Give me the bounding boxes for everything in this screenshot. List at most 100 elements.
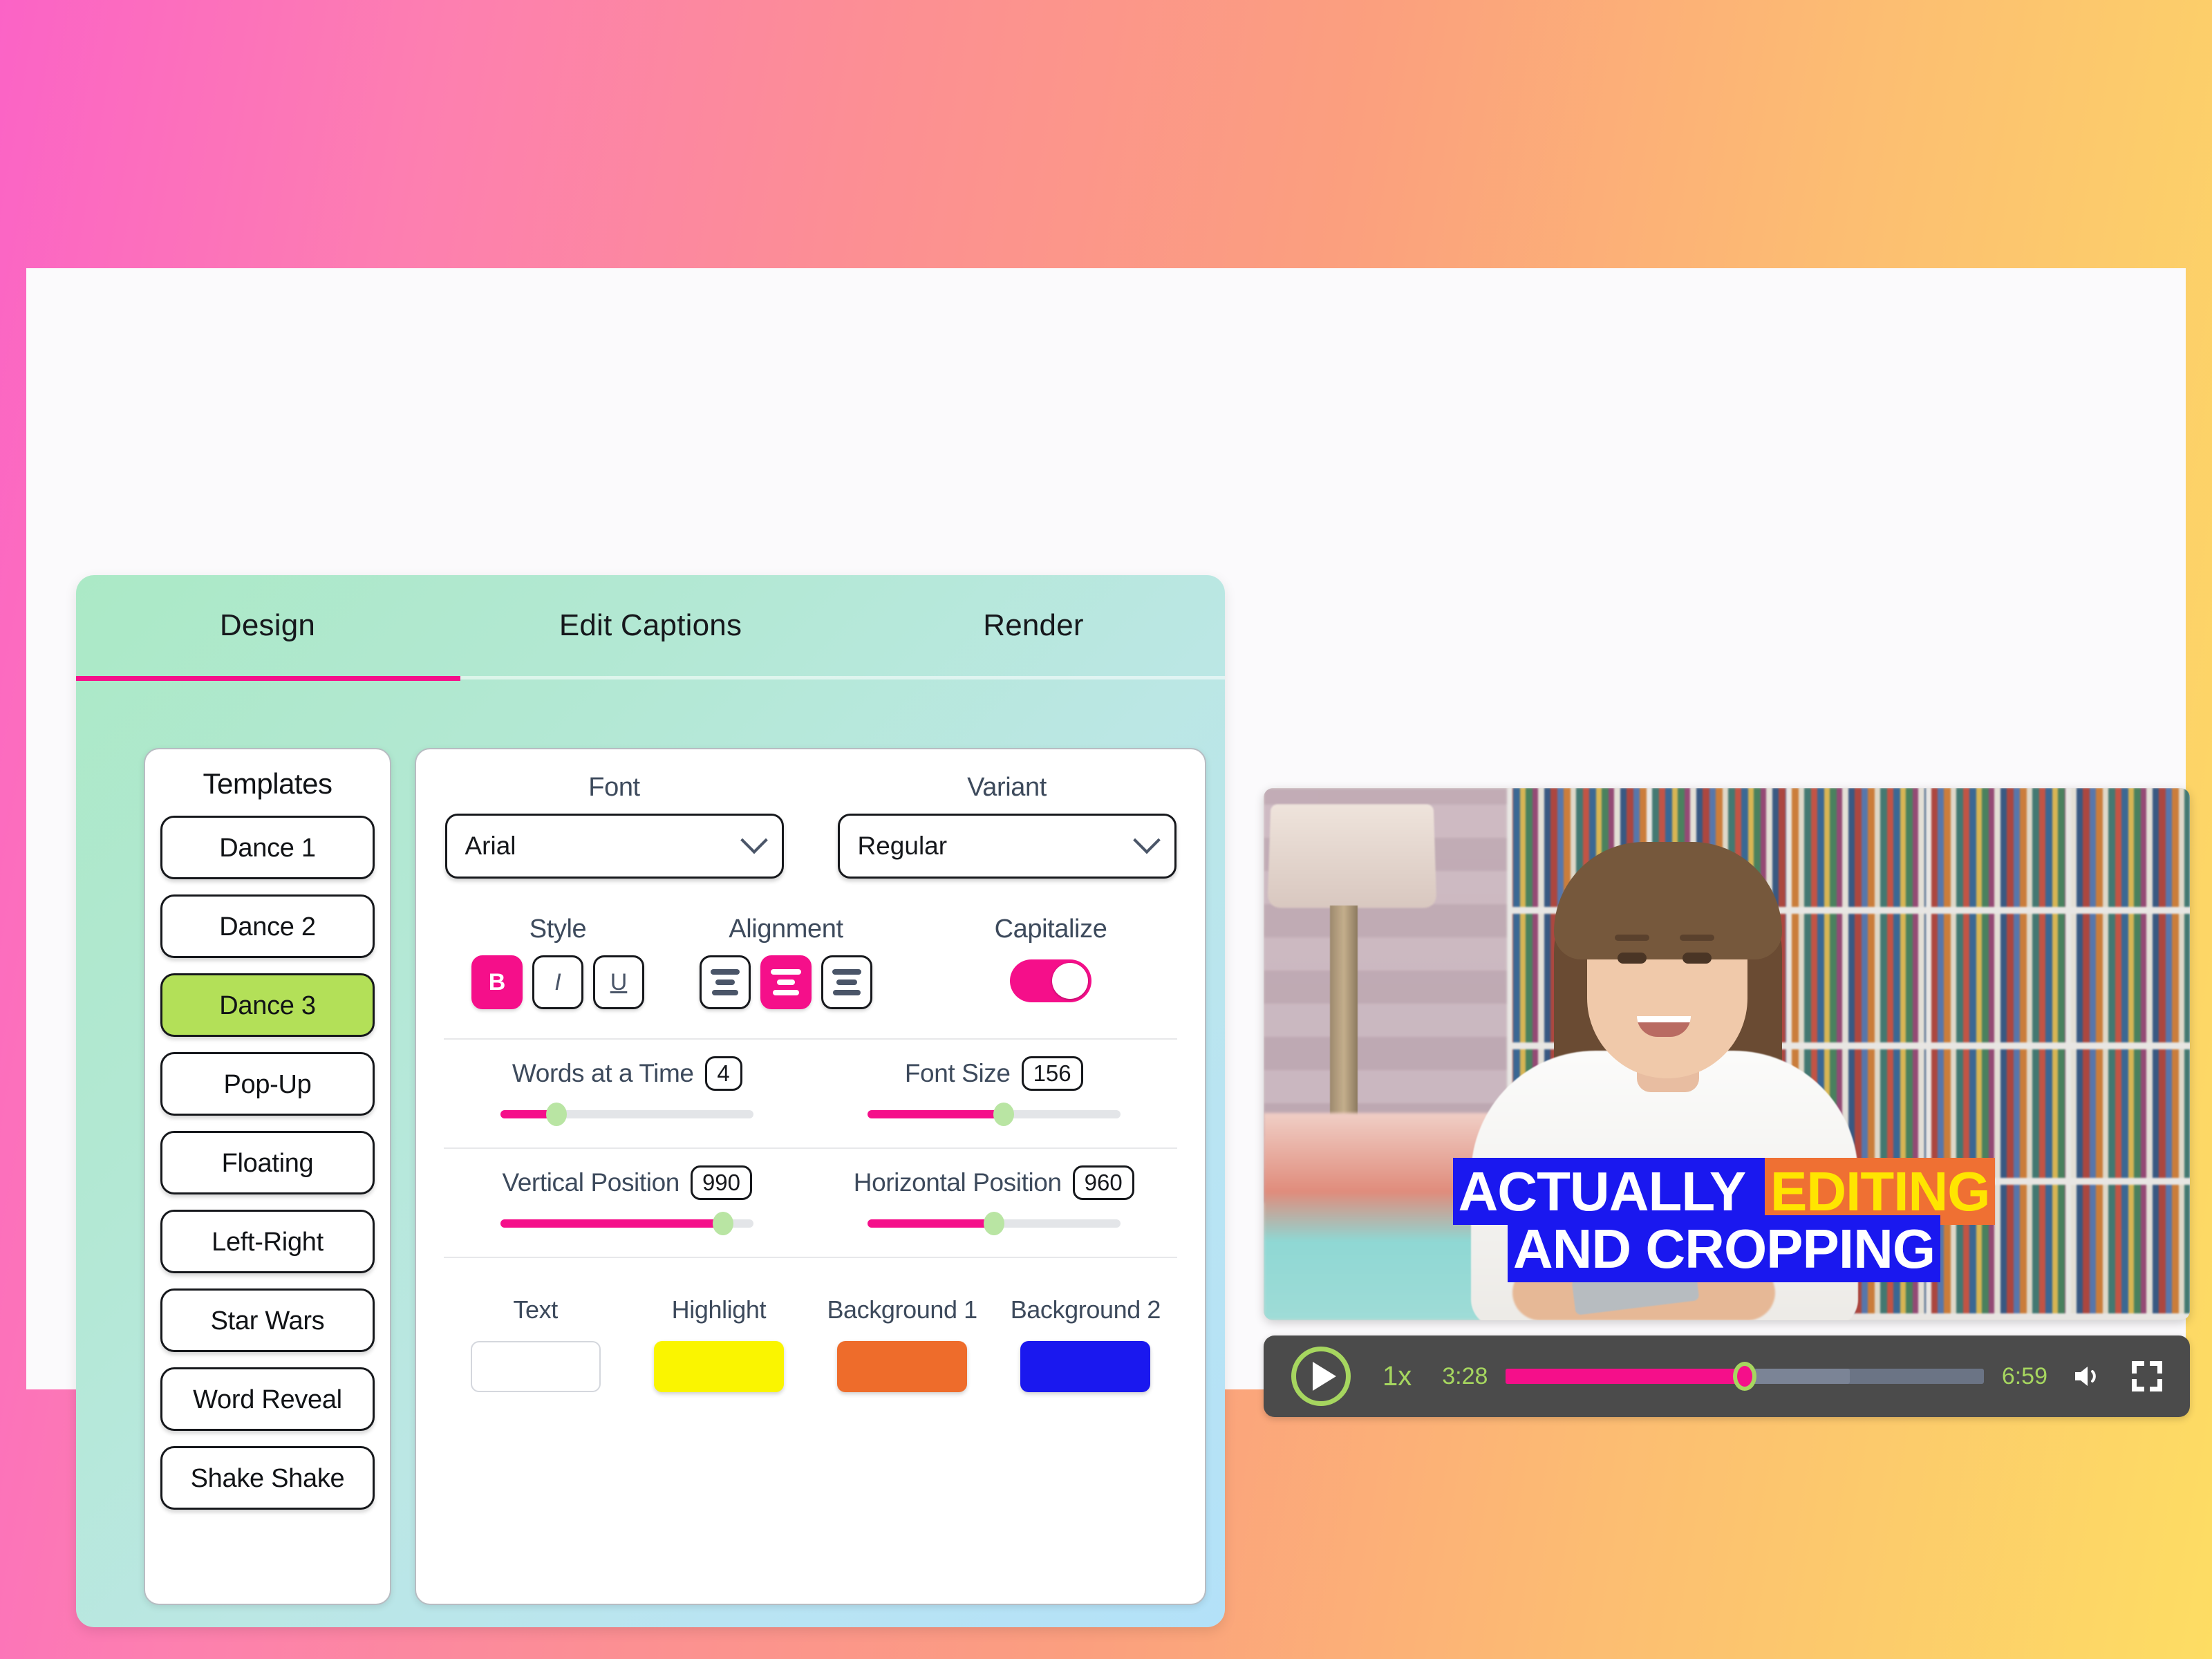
font-row: Font Arial Variant Regular — [444, 773, 1177, 879]
template-item-dance-3[interactable]: Dance 3 — [160, 973, 375, 1037]
tab-edit-captions[interactable]: Edit Captions — [459, 575, 842, 676]
font-select-value: Arial — [465, 832, 516, 860]
video-preview-area: ACTUALLY EDITING AND CROPPING 1x 3:28 6:… — [1264, 788, 2190, 1424]
play-button[interactable] — [1291, 1347, 1351, 1406]
horizontal-position-value[interactable]: 960 — [1072, 1165, 1134, 1200]
active-tab-indicator — [76, 676, 460, 681]
slider-handle[interactable] — [713, 1212, 734, 1235]
templates-title: Templates — [203, 767, 332, 800]
slider-fill — [500, 1219, 724, 1228]
template-item-pop-up[interactable]: Pop-Up — [160, 1052, 375, 1116]
divider — [444, 1257, 1177, 1258]
text-color-group: Text — [444, 1294, 627, 1392]
templates-card: Templates Dance 1 Dance 2 Dance 3 Pop-Up… — [144, 748, 391, 1605]
video-frame[interactable]: ACTUALLY EDITING AND CROPPING — [1264, 788, 2190, 1320]
words-at-a-time-slider-group: Words at a Time 4 — [444, 1056, 811, 1126]
slider-handle[interactable] — [983, 1212, 1004, 1235]
vertical-position-value[interactable]: 990 — [690, 1165, 752, 1200]
capitalize-group: Capitalize — [933, 915, 1168, 1002]
style-buttons: B I U — [444, 955, 672, 1009]
caption-line-1: ACTUALLY EDITING — [1399, 1157, 2049, 1225]
words-at-a-time-slider[interactable] — [500, 1103, 754, 1126]
font-size-label: Font Size — [904, 1059, 1011, 1087]
alignment-group: Alignment — [672, 915, 900, 1009]
template-item-dance-2[interactable]: Dance 2 — [160, 894, 375, 958]
font-size-slider[interactable] — [867, 1103, 1121, 1126]
style-alignment-row: Style B I U Alignment Capitalize — [444, 915, 1177, 1009]
total-time: 6:59 — [2001, 1362, 2047, 1389]
app-window: Design Edit Captions Render Templates Da… — [26, 268, 2190, 1627]
font-size-slider-group: Font Size 156 — [811, 1056, 1178, 1126]
progress-fill — [1506, 1369, 1745, 1384]
background-1-color-group: Background 1 — [811, 1294, 994, 1392]
capitalize-label: Capitalize — [994, 915, 1107, 944]
variant-group: Variant Regular — [837, 773, 1177, 879]
tab-design[interactable]: Design — [76, 575, 459, 676]
volume-icon[interactable] — [2071, 1360, 2104, 1393]
vertical-position-slider[interactable] — [500, 1212, 754, 1235]
underline-button[interactable]: U — [593, 955, 644, 1009]
background-2-color-swatch[interactable] — [1020, 1341, 1151, 1392]
slider-row-2: Vertical Position 990 Horizontal Positio… — [444, 1165, 1178, 1235]
horizontal-position-slider[interactable] — [867, 1212, 1121, 1235]
horizontal-position-slider-group: Horizontal Position 960 — [811, 1165, 1178, 1235]
bold-button[interactable]: B — [471, 955, 523, 1009]
tab-render[interactable]: Render — [842, 575, 1225, 676]
background-1-color-label: Background 1 — [827, 1295, 977, 1324]
vertical-position-label: Vertical Position — [502, 1168, 679, 1197]
caption-words-and-cropping: AND CROPPING — [1507, 1215, 1941, 1282]
chevron-down-icon — [740, 826, 768, 854]
slider-row-1: Words at a Time 4 Font Size 156 — [444, 1056, 1178, 1126]
progress-handle[interactable] — [1733, 1362, 1757, 1391]
style-label: Style — [529, 915, 587, 944]
font-group: Font Arial — [444, 773, 784, 879]
highlight-color-swatch[interactable] — [653, 1341, 784, 1392]
template-item-shake-shake[interactable]: Shake Shake — [160, 1446, 375, 1510]
editor-panel: Design Edit Captions Render Templates Da… — [76, 575, 1225, 1627]
alignment-label: Alignment — [729, 915, 843, 944]
slider-handle[interactable] — [993, 1103, 1015, 1126]
person-eye-right — [1683, 953, 1712, 964]
playback-speed-button[interactable]: 1x — [1382, 1361, 1412, 1392]
caption-line-2: AND CROPPING — [1399, 1215, 2049, 1282]
text-color-swatch[interactable] — [470, 1341, 601, 1392]
person-eyebrow-left — [1615, 935, 1649, 941]
capitalize-toggle[interactable] — [1010, 959, 1091, 1002]
italic-button[interactable]: I — [532, 955, 583, 1009]
highlight-color-label: Highlight — [671, 1295, 767, 1324]
template-item-dance-1[interactable]: Dance 1 — [160, 816, 375, 879]
variant-select[interactable]: Regular — [837, 814, 1177, 879]
font-select[interactable]: Arial — [444, 814, 784, 879]
background-2-color-group: Background 2 — [994, 1294, 1177, 1392]
template-item-floating[interactable]: Floating — [160, 1131, 375, 1194]
current-time: 3:28 — [1442, 1362, 1488, 1389]
settings-card: Font Arial Variant Regular Style B I U A… — [415, 748, 1206, 1605]
font-size-value[interactable]: 156 — [1021, 1056, 1083, 1091]
align-center-button[interactable] — [760, 955, 812, 1009]
words-at-a-time-value[interactable]: 4 — [704, 1056, 742, 1091]
person-eyebrow-right — [1680, 935, 1714, 941]
toggle-knob — [1052, 963, 1088, 999]
progress-bar[interactable] — [1506, 1362, 1984, 1391]
fullscreen-icon[interactable] — [2132, 1361, 2162, 1391]
divider — [444, 1147, 1177, 1149]
person-eye-left — [1618, 953, 1647, 964]
template-item-star-wars[interactable]: Star Wars — [160, 1288, 375, 1352]
tab-bar: Design Edit Captions Render — [76, 575, 1225, 681]
template-item-word-reveal[interactable]: Word Reveal — [160, 1367, 375, 1431]
vertical-position-slider-group: Vertical Position 990 — [444, 1165, 811, 1235]
background-1-color-swatch[interactable] — [837, 1341, 968, 1392]
variant-select-value: Regular — [857, 832, 948, 860]
slider-handle[interactable] — [545, 1103, 567, 1126]
color-row: Text Highlight Background 1 Background 2 — [444, 1294, 1177, 1392]
template-item-left-right[interactable]: Left-Right — [160, 1210, 375, 1273]
align-left-icon — [711, 969, 740, 995]
variant-label: Variant — [967, 773, 1047, 802]
align-left-button[interactable] — [700, 955, 751, 1009]
align-center-icon — [771, 969, 801, 995]
style-group: Style B I U — [444, 915, 672, 1009]
align-right-button[interactable] — [821, 955, 872, 1009]
slider-fill — [867, 1219, 994, 1228]
alignment-buttons — [672, 955, 900, 1009]
chevron-down-icon — [1132, 826, 1161, 854]
